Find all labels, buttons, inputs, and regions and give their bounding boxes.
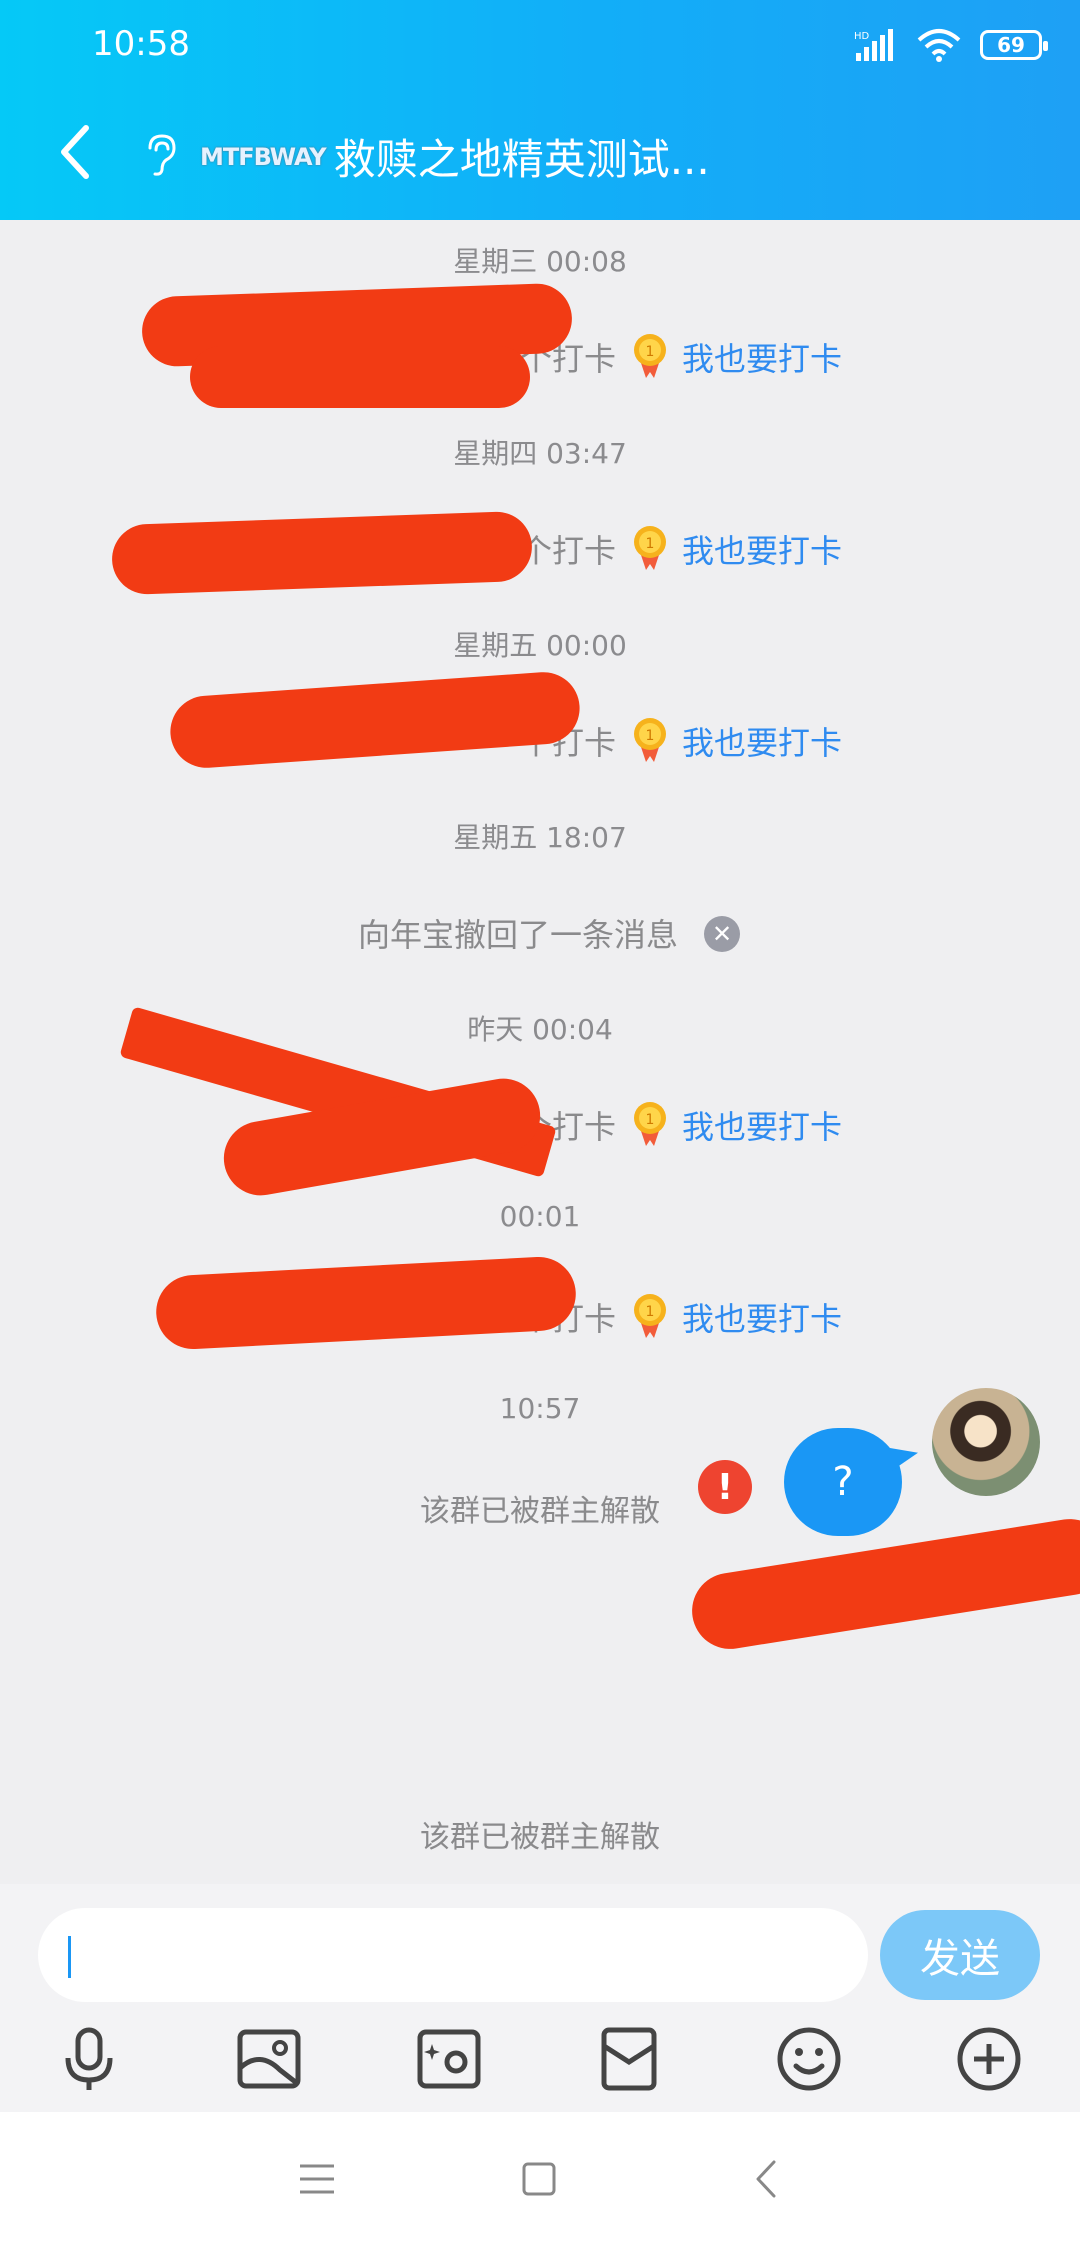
wifi-icon [917,29,961,62]
join-checkin-link[interactable]: 我也要打卡 [682,1294,842,1340]
medal-icon: 1 [634,334,666,378]
send-button[interactable]: 发送 [880,1910,1040,2000]
timestamp: 星期五 00:00 [453,629,627,662]
home-icon[interactable] [514,2154,564,2204]
redaction-mark [190,346,530,408]
back-icon[interactable] [742,2154,792,2204]
join-checkin-link[interactable]: 我也要打卡 [682,526,842,572]
join-checkin-link[interactable]: 我也要打卡 [682,1102,842,1148]
title-area[interactable]: MTFBWAY 救赎之地精英测试... [200,126,710,187]
recall-notice: 向年宝撤回了一条消息 ✕ [0,910,1080,960]
back-button[interactable] [52,120,102,184]
message-input[interactable] [38,1908,868,2002]
system-notice: 该群已被群主解散 [420,1494,660,1529]
input-bar: 发送 [0,1884,1080,2112]
network-label: HD [854,31,870,42]
status-time: 10:58 [92,24,190,64]
checkin-text: 个打卡 [520,532,617,570]
timestamp: 星期四 03:47 [453,437,627,470]
message-text: ? [832,1459,854,1505]
recall-text: 向年宝撤回了一条消息 [358,916,679,954]
medal-icon: 1 [634,1102,666,1146]
system-nav-bar [0,2112,1080,2244]
svg-text:1: 1 [646,1304,655,1320]
chat-title: 救赎之地精英测试... [333,135,710,184]
battery-indicator: 69 [980,30,1048,60]
system-notice: 该群已被群主解散 [420,1820,660,1855]
message-bubble[interactable]: ? [784,1428,902,1536]
camera-icon[interactable] [414,2024,484,2094]
send-failed-icon[interactable]: ! [698,1460,752,1514]
avatar[interactable] [932,1388,1040,1496]
bubble-tail [890,1448,918,1472]
signal-icon: HD [854,29,893,61]
status-icons: HD 69 [854,28,1048,62]
image-icon[interactable] [234,2024,304,2094]
ear-icon[interactable] [142,132,178,178]
join-checkin-link[interactable]: 我也要打卡 [682,334,842,380]
timestamp: 10:57 [499,1392,581,1425]
join-checkin-link[interactable]: 我也要打卡 [682,718,842,764]
level-badge: MTFBWAY [200,142,327,171]
chat-header: 10:58 HD 69 MTFBWAY 救赎之地精英测试... [0,0,1080,220]
svg-text:1: 1 [646,536,655,552]
svg-text:1: 1 [646,344,655,360]
input-toolbar [0,2024,1080,2104]
medal-icon: 1 [634,718,666,762]
redaction-mark [686,1513,1080,1655]
medal-icon: 1 [634,526,666,570]
emoji-icon[interactable] [774,2024,844,2094]
svg-text:1: 1 [646,1112,655,1128]
timestamp: 星期三 00:08 [453,245,627,278]
timestamp: 星期五 18:07 [453,821,627,854]
redaction-mark [110,510,534,596]
microphone-icon[interactable] [54,2024,124,2094]
svg-text:1: 1 [646,728,655,744]
plus-icon[interactable] [954,2024,1024,2094]
red-packet-icon[interactable] [594,2024,664,2094]
dismiss-icon[interactable]: ✕ [704,916,740,952]
menu-icon[interactable] [292,2154,342,2204]
timestamp: 00:01 [499,1200,581,1233]
message-list[interactable]: 星期三 00:08 个打卡 1 我也要打卡 星期四 03:47 个打卡 1 我也… [0,220,1080,1884]
medal-icon: 1 [634,1294,666,1338]
text-caret [68,1936,71,1978]
